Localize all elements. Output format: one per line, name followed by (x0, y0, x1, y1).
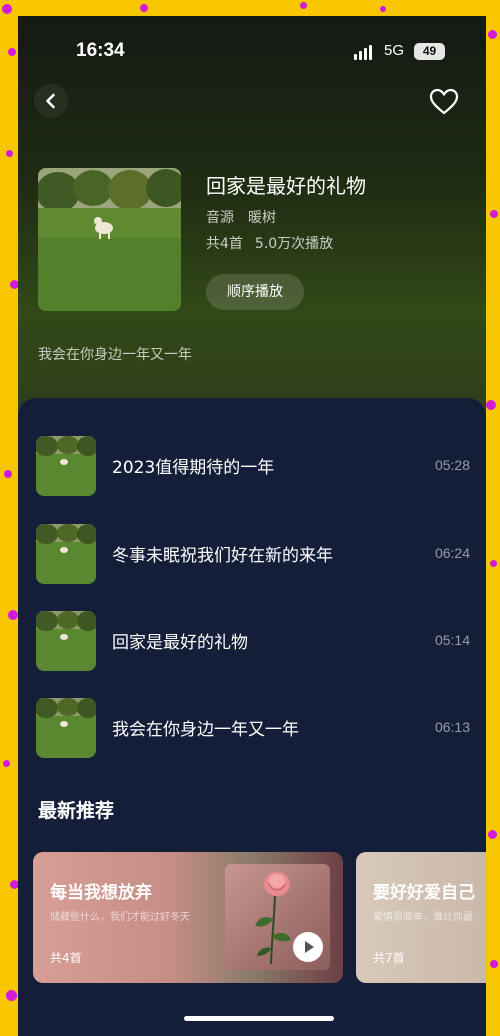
recommend-card[interactable]: 每当我想放弃 储藏些什么，我们才能过好冬天 共4首 (33, 852, 343, 983)
play-icon (305, 941, 314, 953)
track-title: 2023值得期待的一年 (112, 458, 275, 478)
track-title: 回家是最好的礼物 (112, 633, 248, 653)
source-label: 音源 (206, 210, 234, 226)
track-duration: 05:28 (434, 457, 470, 473)
track-row[interactable]: 冬事未眠祝我们好在新的来年 06:24 (18, 522, 486, 586)
album-description: 我会在你身边一年又一年 (38, 347, 192, 363)
track-title: 我会在你身边一年又一年 (112, 720, 299, 740)
track-panel: 2023值得期待的一年 05:28 冬事未眠祝我们好在新的来年 06:24 回家… (18, 398, 486, 1036)
track-duration: 05:14 (434, 632, 470, 648)
card-title: 每当我想放弃 (50, 883, 152, 903)
card-track-count: 共7首 (373, 951, 405, 965)
status-bar: 16:34 5G 49 (18, 16, 486, 76)
network-label: 5G (384, 42, 405, 59)
recommend-section-title: 最新推荐 (38, 800, 115, 822)
recommend-card[interactable]: 要好好爱自己 爱情很简单，谁让你最 共7首 (356, 852, 486, 983)
track-title: 冬事未眠祝我们好在新的来年 (112, 546, 333, 566)
card-title: 要好好爱自己 (373, 883, 475, 903)
phone-screen: 16:34 5G 49 回家是最好的礼物 音源 暖树 共4首 5.0万次播放 顺… (18, 16, 486, 1036)
favorite-button[interactable] (428, 86, 460, 118)
track-thumbnail (36, 698, 96, 758)
rose-image (225, 864, 330, 970)
album-cover[interactable] (38, 168, 181, 311)
card-track-count: 共4首 (50, 951, 82, 965)
card-subtitle: 储藏些什么，我们才能过好冬天 (50, 912, 190, 923)
album-header: 16:34 5G 49 回家是最好的礼物 音源 暖树 共4首 5.0万次播放 顺… (18, 16, 486, 436)
track-thumbnail (36, 611, 96, 671)
dog-on-grass-image (38, 168, 181, 311)
sequential-play-button[interactable]: 顺序播放 (206, 274, 304, 310)
album-source: 音源 暖树 (206, 207, 276, 227)
back-button[interactable] (34, 84, 68, 118)
track-row[interactable]: 回家是最好的礼物 05:14 (18, 609, 486, 673)
heart-outline-icon (429, 88, 459, 115)
status-time: 16:34 (76, 40, 125, 61)
track-row[interactable]: 2023值得期待的一年 05:28 (18, 434, 486, 498)
track-thumbnail (36, 524, 96, 584)
card-subtitle: 爱情很简单，谁让你最 (373, 912, 473, 923)
play-count: 5.0万次播放 (254, 236, 334, 252)
signal-icon (354, 45, 372, 60)
play-button[interactable] (293, 932, 323, 962)
track-thumbnail (36, 436, 96, 496)
track-duration: 06:24 (434, 545, 470, 561)
home-indicator (184, 1016, 334, 1021)
track-duration: 06:13 (434, 719, 470, 735)
album-title: 回家是最好的礼物 (206, 174, 366, 198)
battery-icon: 49 (414, 43, 445, 60)
album-stats: 共4首 5.0万次播放 (206, 233, 333, 253)
track-count: 共4首 (206, 236, 243, 252)
source-name[interactable]: 暖树 (248, 210, 276, 226)
track-row[interactable]: 我会在你身边一年又一年 06:13 (18, 696, 486, 760)
chevron-left-icon (46, 93, 55, 109)
